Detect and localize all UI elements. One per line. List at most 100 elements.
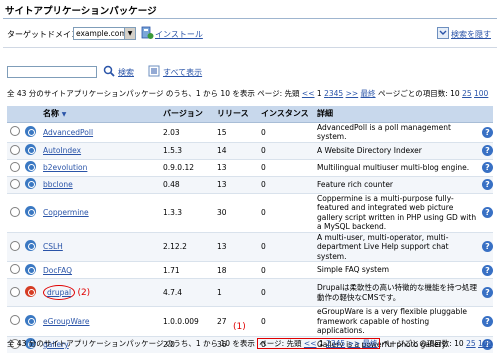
row-detail: eGroupWare is a very flexible pluggable … xyxy=(314,306,479,337)
row-radio[interactable] xyxy=(10,206,20,217)
pager-page-5[interactable]: 5 xyxy=(338,89,343,98)
per-page-25[interactable]: 25 xyxy=(466,339,476,348)
package-name-link[interactable]: AdvancedPoll xyxy=(43,128,93,137)
install-icon[interactable] xyxy=(141,26,154,42)
per-page-25[interactable]: 25 xyxy=(462,89,472,98)
package-name-link[interactable]: eGroupWare xyxy=(43,317,90,326)
row-release: 14 xyxy=(214,142,258,160)
row-radio[interactable] xyxy=(10,315,20,326)
page-title: サイトアプリケーションパッケージ xyxy=(5,6,157,17)
pager-bottom: 全 43 分のサイトアプリケーションパッケージ のうち、1 から 10 を表示 … xyxy=(7,338,492,349)
section-divider xyxy=(3,47,497,48)
column-header-version[interactable]: バージョン xyxy=(160,106,214,123)
row-detail: AdvancedPoll is a poll management system… xyxy=(314,122,479,143)
row-detail: Simple FAQ system xyxy=(314,261,479,279)
chevron-down-icon[interactable]: ▼ xyxy=(124,28,135,39)
package-name-link[interactable]: drupal xyxy=(47,288,71,297)
pager-prev[interactable]: << xyxy=(304,339,317,348)
help-icon[interactable]: ? xyxy=(482,162,493,173)
row-version: 0.9.0.12 xyxy=(160,159,214,177)
row-icon-cell xyxy=(22,232,40,262)
table-row: Coppermine 1.3.3 30 0 Coppermine is a mu… xyxy=(7,193,493,233)
pager-page-5[interactable]: 5 xyxy=(340,339,345,348)
show-all-icon[interactable] xyxy=(148,65,160,79)
per-page-10: 10 xyxy=(450,89,460,98)
per-page-10: 10 xyxy=(454,339,464,348)
row-instances: 0 xyxy=(258,232,314,262)
per-page-100[interactable]: 100 xyxy=(478,339,492,348)
help-icon[interactable]: ? xyxy=(482,264,493,276)
search-toggle-link[interactable]: 検索を隠す xyxy=(451,29,491,40)
pager-last[interactable]: 最終 xyxy=(363,339,378,348)
search-icon[interactable] xyxy=(103,65,115,79)
row-version: 2.12.2 xyxy=(160,232,214,262)
row-help-cell: ? xyxy=(479,176,493,194)
select-column-header xyxy=(7,106,22,123)
app-icon xyxy=(25,144,36,155)
app-icon xyxy=(25,240,36,252)
row-release: 18 xyxy=(214,261,258,279)
row-select-cell xyxy=(7,261,22,279)
row-select-cell xyxy=(7,232,22,262)
pager-next[interactable]: >> xyxy=(348,339,361,348)
row-select-cell xyxy=(7,278,22,307)
install-link[interactable]: インストール xyxy=(155,29,203,40)
pager-page-label: ページ: 先頭 xyxy=(257,89,300,98)
row-release: 13 xyxy=(214,159,258,177)
row-help-cell: ? xyxy=(479,142,493,160)
package-name-link[interactable]: DocFAQ xyxy=(43,266,72,275)
per-page-100[interactable]: 100 xyxy=(474,89,488,98)
row-radio[interactable] xyxy=(10,264,20,274)
package-name-link[interactable]: CSLH xyxy=(43,242,63,251)
pager-summary: 全 43 分のサイトアプリケーションパッケージ のうち、1 から 10 を表示 xyxy=(7,339,255,348)
package-name-link[interactable]: Coppermine xyxy=(43,208,89,217)
row-radio[interactable] xyxy=(10,126,20,136)
search-input[interactable] xyxy=(7,66,97,78)
row-instances: 0 xyxy=(258,142,314,160)
row-help-cell: ? xyxy=(479,122,493,143)
icon-column-header xyxy=(22,106,40,123)
pager-next[interactable]: >> xyxy=(346,89,359,98)
search-link[interactable]: 検索 xyxy=(118,67,134,78)
help-icon[interactable]: ? xyxy=(482,145,493,156)
row-radio[interactable] xyxy=(10,161,20,172)
help-column-header xyxy=(479,106,493,123)
row-detail: Drupalは柔軟性の高い特徴的な機能を持つ処理動作の軽快なCMSです。 xyxy=(314,278,479,307)
row-help-cell: ? xyxy=(479,278,493,307)
row-version: 2.03 xyxy=(160,122,214,143)
row-name-cell: AdvancedPoll xyxy=(40,122,160,143)
package-name-link[interactable]: AutoIndex xyxy=(43,146,81,155)
row-name-cell: eGroupWare xyxy=(40,306,160,337)
app-icon xyxy=(25,286,36,297)
column-header-release[interactable]: リリース xyxy=(214,106,258,123)
row-version: 1.5.3 xyxy=(160,142,214,160)
pager-highlight-box: ページ: 先頭 << 1 2345 >> 最終 xyxy=(257,338,380,349)
row-name-cell: drupal (2) xyxy=(40,278,160,307)
column-header-name[interactable]: 名称 ▼ xyxy=(40,106,160,123)
row-icon-cell xyxy=(22,176,40,194)
help-icon[interactable]: ? xyxy=(482,126,493,138)
row-radio[interactable] xyxy=(10,144,20,155)
column-header-instances[interactable]: インスタンス xyxy=(258,106,314,123)
row-radio[interactable] xyxy=(10,240,20,251)
row-name-cell: DocFAQ xyxy=(40,261,160,279)
row-radio[interactable] xyxy=(10,178,20,189)
help-icon[interactable]: ? xyxy=(482,287,493,298)
help-icon[interactable]: ? xyxy=(482,207,493,218)
target-domain-select[interactable]: example.com ▼ xyxy=(73,27,136,40)
search-toggle-icon[interactable] xyxy=(437,27,449,41)
row-icon-cell xyxy=(22,261,40,279)
package-name-link[interactable]: bbclone xyxy=(43,180,73,189)
row-detail: Multilingual multiuser multi-blog engine… xyxy=(314,159,479,177)
pager-prev[interactable]: << xyxy=(302,89,315,98)
table-row: eGroupWare 1.0.0.009 27 0 eGroupWare is … xyxy=(7,306,493,337)
row-radio[interactable] xyxy=(10,286,20,297)
pager-last[interactable]: 最終 xyxy=(361,89,376,98)
help-icon[interactable]: ? xyxy=(482,241,493,253)
show-all-link[interactable]: すべて表示 xyxy=(163,67,202,78)
row-version: 4.7.4 xyxy=(160,278,214,307)
row-release: 15 xyxy=(214,122,258,143)
package-name-link[interactable]: b2evolution xyxy=(43,163,87,172)
help-icon[interactable]: ? xyxy=(482,179,493,190)
help-icon[interactable]: ? xyxy=(482,315,493,327)
